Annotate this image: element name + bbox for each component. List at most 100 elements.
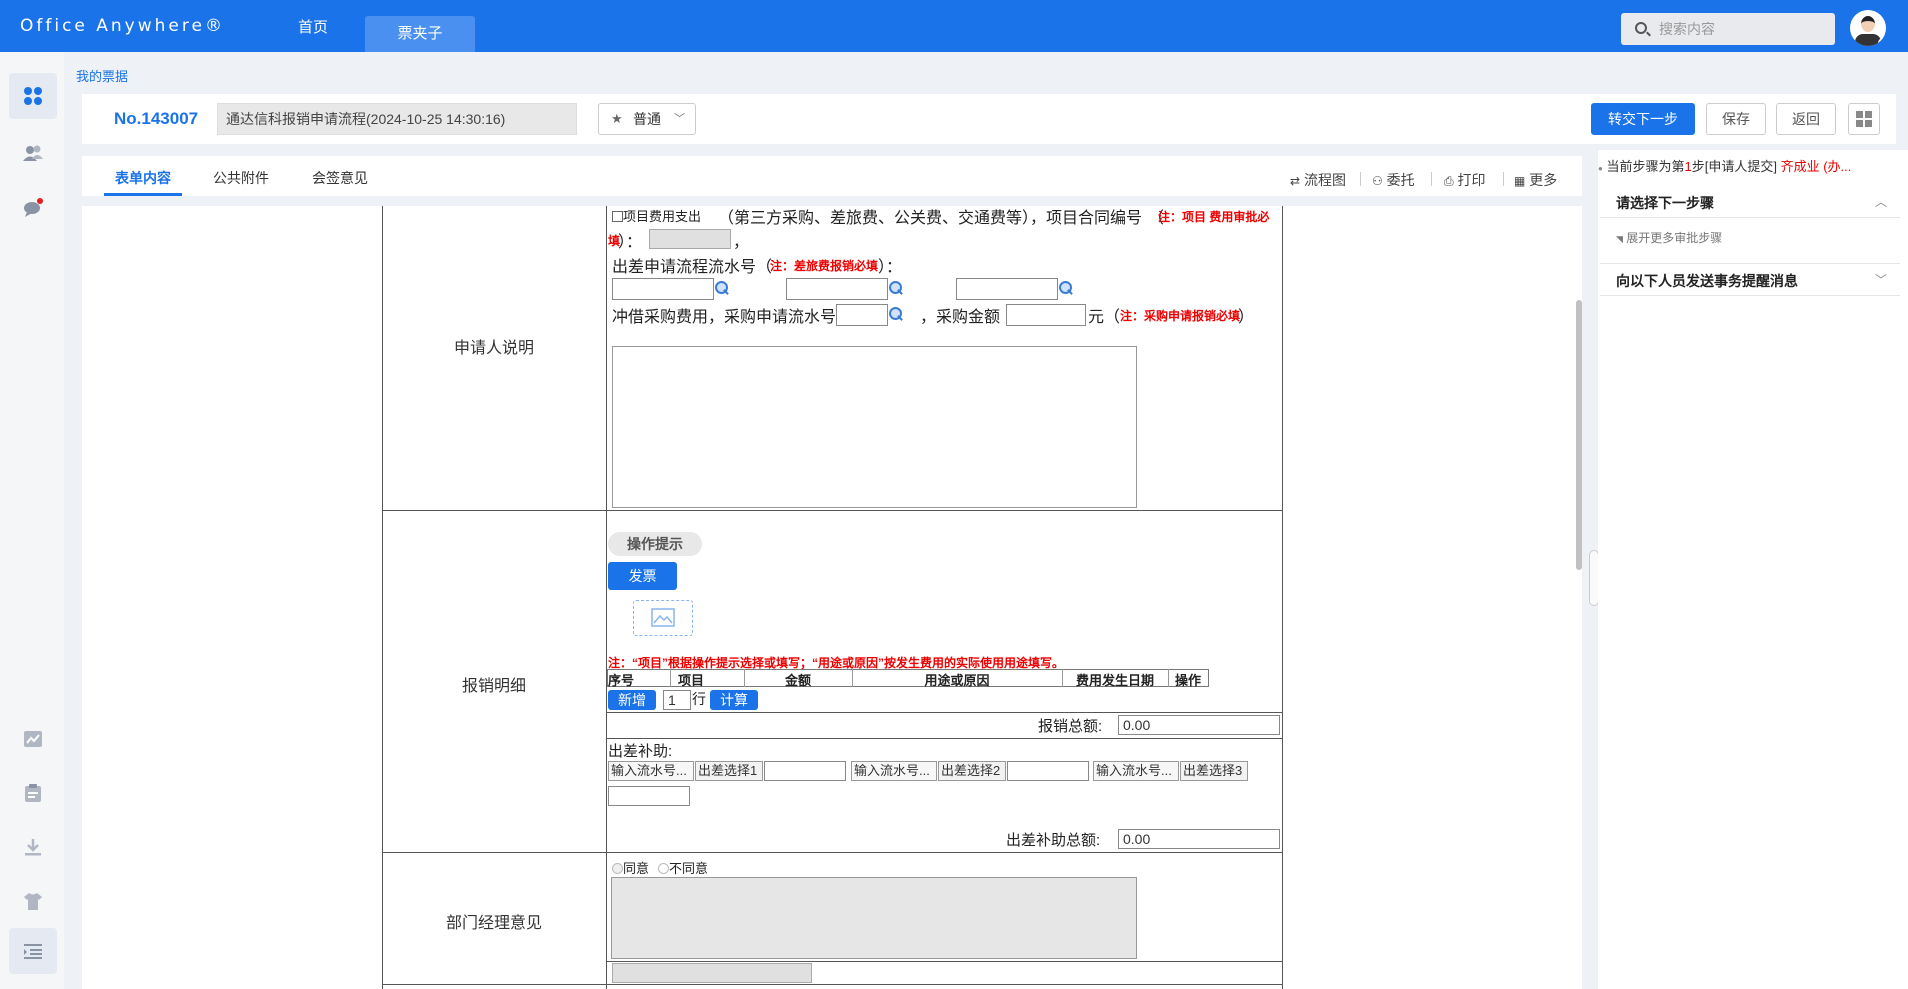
breadcrumb[interactable]: 我的票据 — [76, 66, 128, 85]
delegate-icon: ⚇ — [1372, 174, 1383, 188]
radio-circle[interactable] — [612, 863, 623, 874]
step-number: 1 — [1684, 159, 1692, 174]
step-user: 齐成业 (办... — [1780, 159, 1852, 174]
form-scrollbar[interactable] — [1576, 300, 1582, 570]
star-icon: ★ — [611, 111, 623, 126]
tool-more-label: 更多 — [1529, 172, 1558, 188]
sidebar-menu-toggle[interactable] — [9, 928, 57, 974]
radio-circle[interactable] — [658, 863, 669, 874]
applicant-remark-textarea[interactable] — [612, 346, 1137, 508]
travel-allowance-label: 出差补助: — [608, 743, 673, 760]
lookup-icon[interactable] — [714, 280, 728, 294]
allowance-amount-input-3[interactable] — [608, 786, 690, 806]
lookup-icon[interactable] — [888, 280, 902, 294]
more-grid-icon: ▦ — [1514, 174, 1526, 188]
purchase-serial-input[interactable] — [836, 304, 888, 326]
purchase-note-close: ） — [1238, 309, 1255, 326]
tab-countersign[interactable]: 会签意见 — [312, 168, 368, 188]
tool-print[interactable]: ⎙ 打印 — [1444, 170, 1486, 190]
trip-serial-input-3[interactable] — [956, 278, 1058, 300]
allowance-amount-input-1[interactable] — [764, 761, 846, 781]
user-avatar[interactable] — [1850, 10, 1886, 46]
nav-home[interactable]: 首页 — [298, 16, 328, 37]
allowance-total-field[interactable]: 0.00 — [1118, 829, 1280, 849]
allowance-serial-input-1[interactable]: 输入流水号... — [608, 761, 694, 781]
lookup-icon[interactable] — [1058, 280, 1072, 294]
project-note-close: ）： — [618, 234, 643, 251]
priority-select[interactable]: ★ 普通 ﹀ — [598, 103, 696, 135]
operation-hint-tag[interactable]: 操作提示 — [608, 532, 702, 556]
purchase-note: 注：采购申请报销必填 — [1120, 309, 1241, 323]
checkbox-box[interactable] — [612, 211, 623, 222]
flow-number: No.143007 — [114, 109, 199, 128]
layout-toggle-button[interactable] — [1848, 103, 1880, 135]
col-purpose: 用途或原因 — [924, 673, 990, 688]
expand-more-steps-link[interactable]: ◥ 展开更多审批步骤 — [1616, 229, 1722, 246]
applicant-label: 申请人说明 — [454, 340, 535, 357]
tool-more[interactable]: ▦ 更多 — [1514, 170, 1557, 190]
expand-more-label: 展开更多审批步骤 — [1626, 231, 1723, 245]
image-upload-placeholder[interactable] — [633, 600, 693, 636]
manager-opinion-label: 部门经理意见 — [446, 915, 543, 932]
disagree-radio[interactable]: 不同意 — [658, 858, 708, 877]
purchase-amount-input[interactable] — [1006, 304, 1086, 326]
contract-number-field[interactable] — [649, 229, 731, 249]
sidebar-tasks[interactable] — [9, 770, 57, 816]
back-button[interactable]: 返回 — [1776, 103, 1836, 135]
trip-select-button-1[interactable]: 出差选择1 — [695, 761, 763, 781]
clipboard-icon — [25, 784, 41, 802]
trip-serial-input-1[interactable] — [612, 278, 714, 300]
sidebar-apps[interactable] — [9, 73, 57, 119]
chevron-up-icon[interactable]: ︿ — [1875, 193, 1887, 210]
sidebar-messages[interactable] — [9, 185, 57, 231]
trip-serial-input-2[interactable] — [786, 278, 888, 300]
sidebar-contacts[interactable] — [9, 130, 57, 176]
col-amount: 金额 — [784, 673, 811, 688]
save-button[interactable]: 保存 — [1706, 103, 1766, 135]
chevron-down-icon[interactable]: ﹀ — [1875, 271, 1887, 288]
nav-ticket-folder[interactable]: 票夹子 — [365, 16, 475, 52]
add-row-button[interactable]: 新增 — [608, 690, 656, 710]
sidebar-download[interactable] — [9, 824, 57, 870]
invoice-button[interactable]: 发票 — [608, 562, 677, 590]
manager-opinion-textarea[interactable] — [611, 877, 1137, 959]
project-expense-text: （第三方采购、差旅费、公关费、交通费等），项目合同编号 — [718, 210, 1143, 227]
next-step-button[interactable]: 转交下一步 — [1591, 103, 1695, 135]
tab-form-content[interactable]: 表单内容 — [115, 168, 171, 188]
sidebar-reports[interactable] — [9, 716, 57, 762]
sidebar-skin[interactable] — [9, 878, 57, 924]
manager-signature-field[interactable] — [612, 963, 812, 983]
trip-select-button-2[interactable]: 出差选择2 — [938, 761, 1006, 781]
expense-total-field[interactable]: 0.00 — [1118, 715, 1280, 735]
tool-delegate[interactable]: ⚇ 委托 — [1372, 170, 1415, 190]
flow-name-field: 通达信科报销申请流程(2024-10-25 14:30:16) — [217, 103, 577, 135]
calculate-button[interactable]: 计算 — [710, 690, 758, 710]
tab-attachments[interactable]: 公共附件 — [213, 168, 269, 188]
trip-serial-label: 出差申请流程流水号（ — [612, 259, 773, 276]
project-contract-note: 注：项目 费用审批必 — [1158, 210, 1270, 224]
allowance-serial-input-2[interactable]: 输入流水号... — [851, 761, 937, 781]
tab-bar: 表单内容 公共附件 会签意见 ⇄ 流程图 ⚇ 委托 ⎙ 打印 ▦ 更多 — [82, 156, 1582, 196]
lookup-icon[interactable] — [888, 306, 902, 320]
image-icon — [651, 608, 675, 627]
row-count-input[interactable]: 1 — [663, 690, 691, 710]
search-input[interactable]: 搜索内容 — [1621, 13, 1835, 45]
allowance-serial-input-3[interactable]: 输入流水号... — [1093, 761, 1179, 781]
project-checkbox-label: 项目费用支出 — [623, 209, 702, 224]
tool-flowchart[interactable]: ⇄ 流程图 — [1290, 170, 1346, 190]
top-bar: Office Anywhere® 首页 票夹子 搜索内容 — [0, 0, 1908, 52]
allowance-amount-input-2[interactable] — [1007, 761, 1089, 781]
priority-value: 普通 — [633, 111, 661, 127]
trip-select-button-3[interactable]: 出差选择3 — [1180, 761, 1248, 781]
shirt-icon — [24, 893, 42, 910]
agree-radio[interactable]: 同意 — [612, 858, 649, 877]
select-next-step-title[interactable]: 请选择下一步骤 — [1616, 193, 1714, 213]
notify-users-title[interactable]: 向以下人员发送事务提醒消息 — [1616, 271, 1798, 291]
app-logo: Office Anywhere® — [20, 16, 225, 36]
users-icon — [23, 145, 43, 161]
chat-icon — [24, 198, 43, 217]
print-icon: ⎙ — [1444, 174, 1454, 188]
project-expense-checkbox[interactable]: 项目费用支出 — [612, 206, 701, 225]
current-step-info: ● 当前步骤为第1步[申请人提交] 齐成业 (办... — [1598, 159, 1852, 174]
expense-detail-label: 报销明细 — [462, 678, 527, 695]
